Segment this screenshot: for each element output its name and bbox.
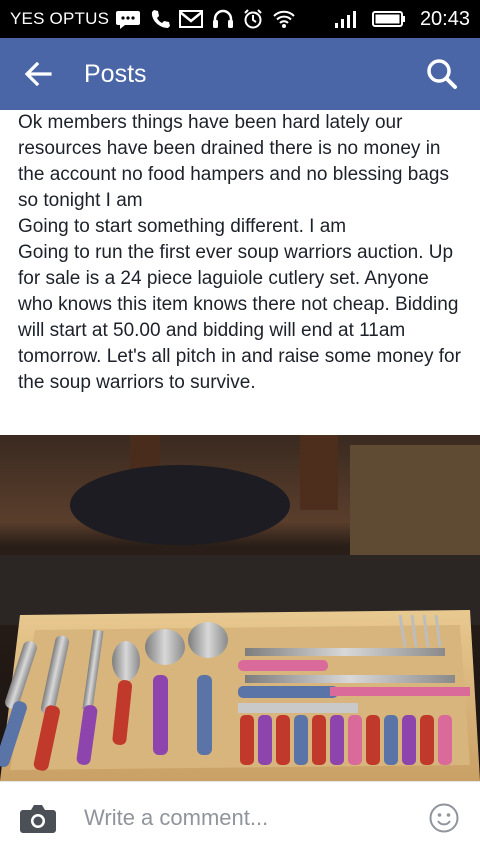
notification-icons: [115, 9, 296, 29]
arrow-left-icon: [24, 62, 52, 86]
gmail-icon: [179, 10, 204, 28]
cutlery-set-image: [0, 435, 480, 781]
signal-icon: [334, 11, 356, 28]
clock: 20:43: [419, 7, 470, 30]
comment-bar: Write a comment...: [0, 781, 480, 854]
post-photo[interactable]: [0, 435, 480, 781]
battery-icon: [371, 11, 405, 27]
headset-icon: [213, 9, 234, 28]
emoji-icon: [429, 803, 459, 833]
carrier-name: YES OPTUS: [10, 9, 110, 28]
page-title: Posts: [84, 59, 147, 88]
back-button[interactable]: [0, 38, 76, 110]
alarm-icon: [244, 9, 262, 29]
app-bar: Posts: [0, 38, 480, 110]
message-icon: [116, 11, 141, 29]
phone-icon: [152, 10, 171, 28]
search-icon: [427, 59, 457, 89]
comment-input[interactable]: Write a comment...: [84, 805, 408, 831]
post-body: Ok members things have been hard lately …: [18, 112, 461, 393]
search-button[interactable]: [404, 38, 480, 110]
emoji-button[interactable]: [408, 782, 480, 855]
wifi-icon: [273, 10, 295, 28]
status-bar: YES OPTUS 20:43: [0, 0, 480, 38]
camera-button[interactable]: [0, 782, 76, 855]
camera-icon: [20, 805, 56, 833]
